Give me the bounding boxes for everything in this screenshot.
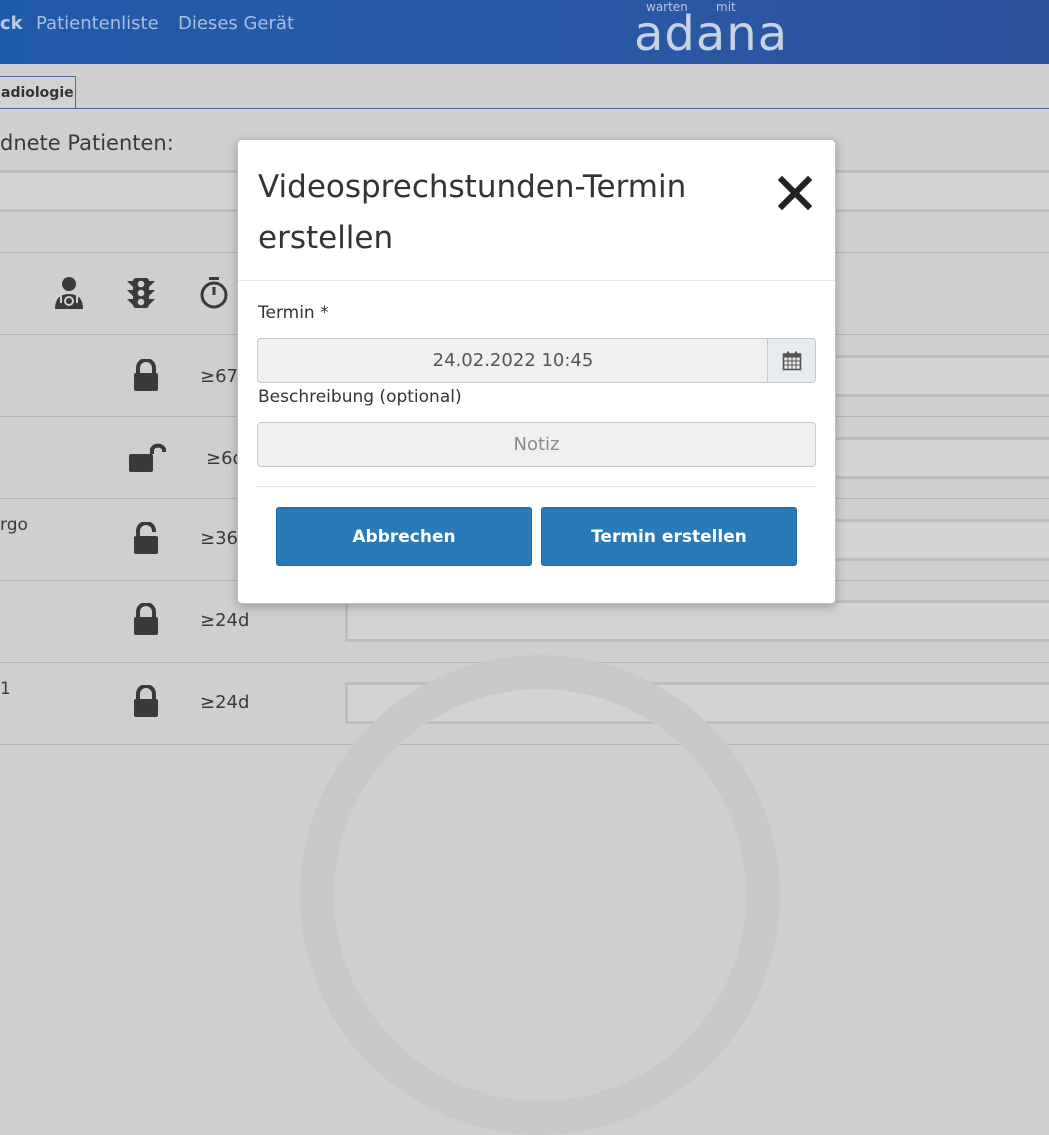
- cancel-button[interactable]: Abbrechen: [276, 507, 532, 566]
- modal-footer-divider: [257, 486, 816, 487]
- close-icon[interactable]: [778, 176, 812, 210]
- modal-title: Videosprechstunden-Termin erstellen: [258, 169, 687, 256]
- beschreibung-label: Beschreibung (optional): [258, 387, 462, 407]
- modal-header: Videosprechstunden-Termin erstellen: [238, 140, 835, 281]
- termin-datetime-input[interactable]: 24.02.2022 10:45: [257, 338, 768, 383]
- create-appointment-button[interactable]: Termin erstellen: [541, 507, 797, 566]
- calendar-button[interactable]: [767, 338, 816, 383]
- notiz-input[interactable]: [257, 422, 816, 467]
- create-appointment-dialog: Videosprechstunden-Termin erstellen Term…: [237, 139, 836, 604]
- termin-label: Termin *: [258, 303, 329, 323]
- calendar-icon: [782, 351, 802, 371]
